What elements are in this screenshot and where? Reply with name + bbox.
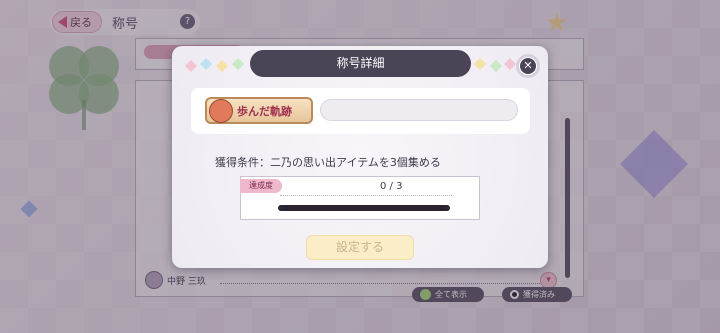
set-title-button[interactable]: 設定する xyxy=(306,235,414,260)
ribbon-decoration-right xyxy=(474,58,516,72)
progress-tag: 達成度 xyxy=(240,179,282,193)
progress-count: 0 / 3 xyxy=(380,181,403,192)
dialog-title: 称号詳細 xyxy=(250,50,471,77)
title-badge: 歩んだ軌跡 xyxy=(205,97,313,124)
progress-divider xyxy=(280,195,452,196)
close-button[interactable]: ✕ xyxy=(516,54,540,78)
title-name-field xyxy=(320,99,518,121)
close-icon: ✕ xyxy=(520,58,536,74)
progress-track xyxy=(278,205,450,211)
badge-text: 歩んだ軌跡 xyxy=(237,104,292,118)
ribbon-decoration-left xyxy=(185,58,244,72)
acquisition-condition: 獲得条件：二乃の思い出アイテムを3個集める xyxy=(215,156,441,169)
character-avatar xyxy=(209,98,233,123)
